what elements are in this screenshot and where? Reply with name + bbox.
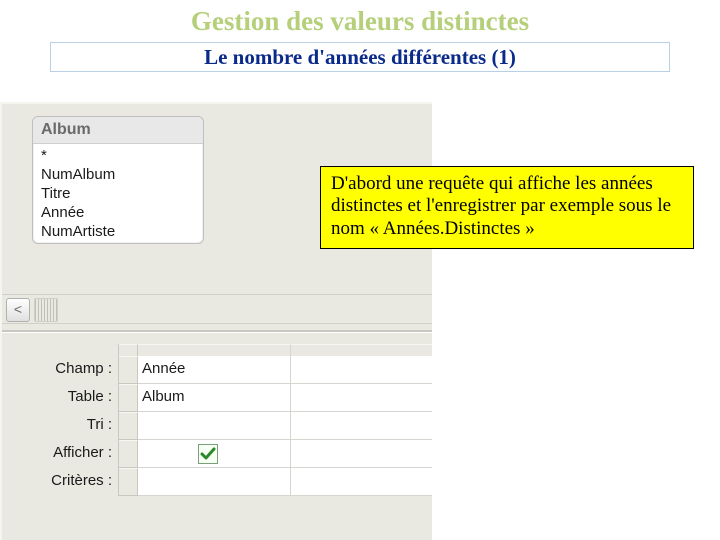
row-selector[interactable] — [119, 440, 138, 468]
cell-afficher[interactable] — [138, 440, 291, 468]
row-label-criteres: Critères : — [2, 468, 119, 496]
chevron-left-icon: < — [14, 301, 22, 317]
cell-empty[interactable] — [291, 440, 432, 468]
row-selector[interactable] — [119, 468, 138, 496]
cell-empty[interactable] — [291, 468, 432, 496]
cell-empty[interactable] — [291, 412, 432, 440]
checkmark-icon — [200, 446, 216, 462]
show-checkbox[interactable] — [198, 444, 218, 464]
cell-champ[interactable]: Année — [138, 356, 291, 384]
cell-empty[interactable] — [291, 384, 432, 412]
nav-back-button[interactable]: < — [6, 298, 30, 322]
explanation-callout: D'abord une requête qui affiche les anné… — [320, 166, 694, 249]
table-field[interactable]: NumArtiste — [33, 222, 203, 241]
table-card-title: Album — [33, 117, 203, 144]
cell-criteres[interactable] — [138, 468, 291, 496]
cell-table[interactable]: Album — [138, 384, 291, 412]
cell-empty[interactable] — [291, 356, 432, 384]
table-field[interactable]: Année — [33, 203, 203, 222]
row-selector[interactable] — [119, 356, 138, 384]
table-field[interactable]: NumAlbum — [33, 165, 203, 184]
horizontal-splitter[interactable] — [2, 330, 432, 333]
row-label-table: Table : — [2, 384, 119, 412]
table-field[interactable]: * — [33, 146, 203, 165]
row-selector[interactable] — [119, 384, 138, 412]
row-label-tri: Tri : — [2, 412, 119, 440]
grip-icon[interactable] — [34, 298, 58, 322]
row-label-champ: Champ : — [2, 356, 119, 384]
table-field[interactable]: Titre — [33, 184, 203, 203]
qbe-toolbar: < — [2, 294, 432, 324]
slide-heading: Gestion des valeurs distinctes — [0, 6, 720, 37]
design-grid: Champ : Année Table : Album Tri : Affich… — [2, 344, 432, 496]
table-field-list: * NumAlbum Titre Année NumArtiste — [33, 144, 203, 243]
row-label-afficher: Afficher : — [2, 440, 119, 468]
cell-tri[interactable] — [138, 412, 291, 440]
row-selector[interactable] — [119, 412, 138, 440]
table-card-album[interactable]: Album * NumAlbum Titre Année NumArtiste — [32, 116, 204, 244]
slide-subtitle: Le nombre d'années différentes (1) — [50, 42, 670, 72]
